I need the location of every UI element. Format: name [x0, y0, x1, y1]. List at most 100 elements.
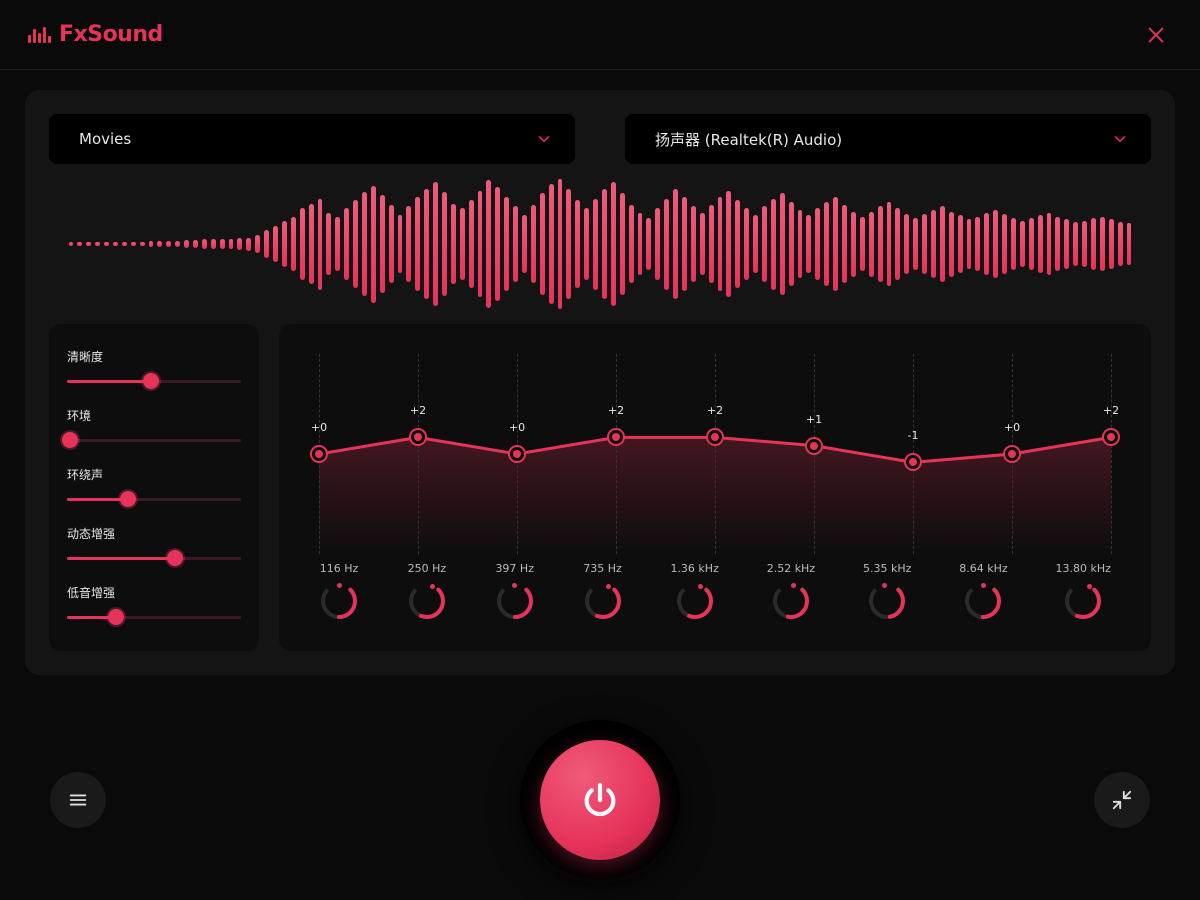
visualizer-bar: [993, 210, 998, 278]
eq-knob-column: 397 Hz: [495, 562, 535, 621]
visualizer-bar: [709, 205, 714, 283]
visualizer-bar: [371, 186, 376, 303]
menu-button[interactable]: [50, 772, 106, 828]
visualizer-bar: [922, 214, 927, 274]
output-device-dropdown[interactable]: 扬声器 (Realtek(R) Audio): [625, 114, 1151, 164]
close-button[interactable]: [1140, 19, 1172, 51]
eq-graph[interactable]: +0+2+0+2+2+1-1+0+2: [319, 354, 1111, 554]
visualizer-bar: [575, 200, 580, 288]
eq-point[interactable]: [708, 430, 722, 444]
visualizer-bar: [1047, 213, 1052, 275]
visualizer-bar: [1055, 217, 1060, 272]
slider-label: 清晰度: [67, 348, 241, 365]
visualizer-bar: [415, 197, 420, 291]
visualizer-bar: [753, 215, 758, 274]
visualizer-bar: [300, 208, 305, 280]
main-card: Movies 扬声器 (Realtek(R) Audio) 清晰度环境环绕声动态…: [25, 90, 1175, 675]
visualizer-bar: [104, 242, 109, 246]
visualizer-bar: [86, 242, 91, 246]
visualizer-bar: [1109, 219, 1114, 268]
visualizer-bar: [638, 213, 643, 275]
power-button[interactable]: [540, 740, 660, 860]
eq-point[interactable]: [1005, 447, 1019, 461]
visualizer-bar: [424, 189, 429, 300]
visualizer-bar: [264, 230, 269, 259]
visualizer-bar: [1011, 218, 1016, 270]
eq-point[interactable]: [312, 447, 326, 461]
eq-point[interactable]: [1104, 430, 1118, 444]
eq-knob[interactable]: [407, 581, 447, 621]
visualizer-bar: [309, 204, 314, 285]
hamburger-icon: [67, 789, 89, 811]
eq-point[interactable]: [411, 430, 425, 444]
visualizer-bar: [735, 200, 740, 288]
eq-knob[interactable]: [771, 581, 811, 621]
visualizer-bar: [77, 242, 82, 246]
slider-thumb[interactable]: [120, 491, 136, 507]
visualizer-bar: [629, 205, 634, 283]
slider-thumb[interactable]: [143, 373, 159, 389]
eq-band-column: +2: [616, 354, 617, 554]
power-button-ring: [520, 720, 680, 880]
visualizer-bar: [202, 239, 207, 248]
visualizer-bar: [762, 206, 767, 281]
eq-knob[interactable]: [1063, 581, 1103, 621]
visualizer-bar: [780, 193, 785, 294]
slider-thumb[interactable]: [167, 550, 183, 566]
eq-knob[interactable]: [319, 581, 359, 621]
app-name: FxSound: [59, 22, 163, 47]
visualizer-bar: [522, 215, 527, 274]
slider-thumb[interactable]: [108, 609, 124, 625]
preset-dropdown[interactable]: Movies: [49, 114, 575, 164]
visualizer-bar: [1100, 217, 1105, 272]
visualizer-bar: [220, 239, 225, 249]
visualizer-bar: [193, 240, 198, 248]
eq-knob[interactable]: [495, 581, 535, 621]
eq-knob[interactable]: [963, 581, 1003, 621]
eq-knob-column: 250 Hz: [407, 562, 447, 621]
visualizer-bar: [131, 242, 136, 246]
eq-freq-label: 13.80 kHz: [1056, 562, 1111, 575]
slider-track[interactable]: [67, 371, 241, 391]
visualizer-bar: [95, 242, 100, 246]
visualizer-bar: [1082, 221, 1087, 268]
eq-knob-column: 2.52 kHz: [767, 562, 815, 621]
visualizer-bar: [478, 191, 483, 298]
collapse-button[interactable]: [1094, 772, 1150, 828]
visualizer-bar: [646, 218, 651, 270]
slider-thumb[interactable]: [62, 432, 78, 448]
slider-track[interactable]: [67, 489, 241, 509]
eq-point[interactable]: [510, 447, 524, 461]
eq-point[interactable]: [807, 439, 821, 453]
visualizer-bar: [1029, 218, 1034, 270]
visualizer-bar: [878, 206, 883, 281]
visualizer-bar: [362, 192, 367, 296]
slider-track[interactable]: [67, 548, 241, 568]
slider-track[interactable]: [67, 607, 241, 627]
visualizer-bar: [495, 187, 500, 301]
eq-knob[interactable]: [867, 581, 907, 621]
slider-label: 环绕声: [67, 466, 241, 483]
visualizer-bar: [442, 192, 447, 296]
eq-freq-label: 735 Hz: [583, 562, 622, 575]
visualizer-bar: [175, 241, 180, 248]
visualizer-bar: [851, 212, 856, 277]
effect-sliders-panel: 清晰度环境环绕声动态增强低音增强: [49, 324, 259, 651]
equalizer-panel: +0+2+0+2+2+1-1+0+2 116 Hz250 Hz397 Hz735…: [279, 324, 1151, 651]
visualizer-bar: [469, 200, 474, 288]
eq-knob[interactable]: [675, 581, 715, 621]
slider-track[interactable]: [67, 430, 241, 450]
visualizer-bar: [389, 205, 394, 283]
visualizer-bar: [380, 195, 385, 293]
visualizer-bar: [824, 202, 829, 287]
visualizer-bar: [869, 212, 874, 277]
eq-knob[interactable]: [583, 581, 623, 621]
visualizer-bar: [860, 217, 865, 272]
visualizer-bar: [273, 226, 278, 262]
visualizer-bar: [842, 205, 847, 283]
visualizer-bar: [406, 206, 411, 281]
visualizer-bar: [398, 215, 403, 274]
eq-point[interactable]: [609, 430, 623, 444]
visualizer-bar: [815, 208, 820, 280]
eq-point[interactable]: [906, 455, 920, 469]
